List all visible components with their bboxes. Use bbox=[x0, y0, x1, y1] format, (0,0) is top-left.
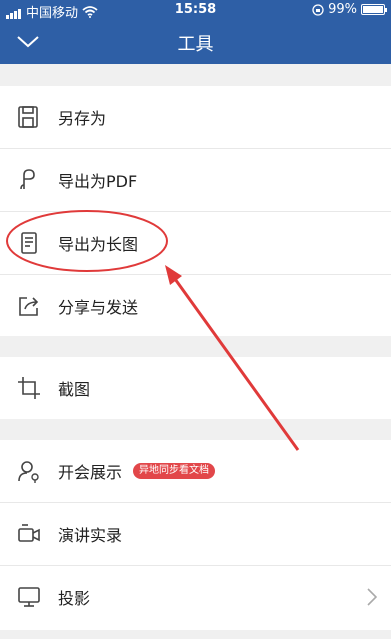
share-icon bbox=[19, 297, 39, 316]
menu-group-present: 开会展示 异地同步看文档 演讲实录 投影 bbox=[0, 440, 391, 630]
sync-badge: 异地同步看文档 bbox=[133, 463, 215, 479]
menu-item-meeting[interactable]: 开会展示 异地同步看文档 bbox=[0, 440, 391, 502]
crop-icon bbox=[18, 377, 40, 399]
nav-row: 工具 bbox=[0, 20, 391, 64]
menu-item-label: 演讲实录 bbox=[58, 526, 123, 545]
menu-item-recording[interactable]: 演讲实录 bbox=[0, 503, 391, 565]
menu-item-save-as[interactable]: 另存为 bbox=[0, 86, 391, 148]
save-icon bbox=[18, 106, 38, 128]
menu-item-label: 分享与发送 bbox=[58, 298, 139, 317]
video-icon bbox=[18, 524, 40, 542]
menu-group-screenshot: 截图 bbox=[0, 357, 391, 419]
menu-item-label: 截图 bbox=[58, 380, 91, 399]
battery-percent: 99% bbox=[328, 2, 357, 17]
menu-item-label: 另存为 bbox=[58, 109, 107, 128]
menu-item-label: 导出为长图 bbox=[58, 235, 139, 254]
lock-rotation-icon bbox=[312, 3, 324, 16]
chevron-right-icon bbox=[367, 588, 377, 606]
battery-icon bbox=[361, 4, 387, 15]
menu-item-export-long-image[interactable]: 导出为长图 bbox=[0, 212, 391, 274]
menu-item-export-pdf[interactable]: 导出为PDF bbox=[0, 149, 391, 211]
monitor-icon bbox=[18, 587, 40, 607]
menu-item-label: 投影 bbox=[58, 589, 91, 608]
meeting-icon bbox=[18, 461, 39, 483]
long-image-icon bbox=[21, 232, 37, 254]
menu-item-label: 导出为PDF bbox=[58, 172, 138, 191]
menu-item-label: 开会展示 bbox=[58, 463, 123, 482]
top-bar: 中国移动 15:58 99% 工具 bbox=[0, 0, 391, 64]
menu-item-projection[interactable]: 投影 bbox=[0, 566, 391, 628]
menu-item-screenshot[interactable]: 截图 bbox=[0, 357, 391, 419]
status-bar: 中国移动 15:58 99% bbox=[0, 0, 391, 21]
menu-item-share[interactable]: 分享与发送 bbox=[0, 275, 391, 337]
menu-group-export: 另存为 导出为PDF 导出为长图 分享与发送 bbox=[0, 86, 391, 336]
pdf-icon bbox=[20, 169, 35, 190]
page-title: 工具 bbox=[177, 34, 214, 55]
